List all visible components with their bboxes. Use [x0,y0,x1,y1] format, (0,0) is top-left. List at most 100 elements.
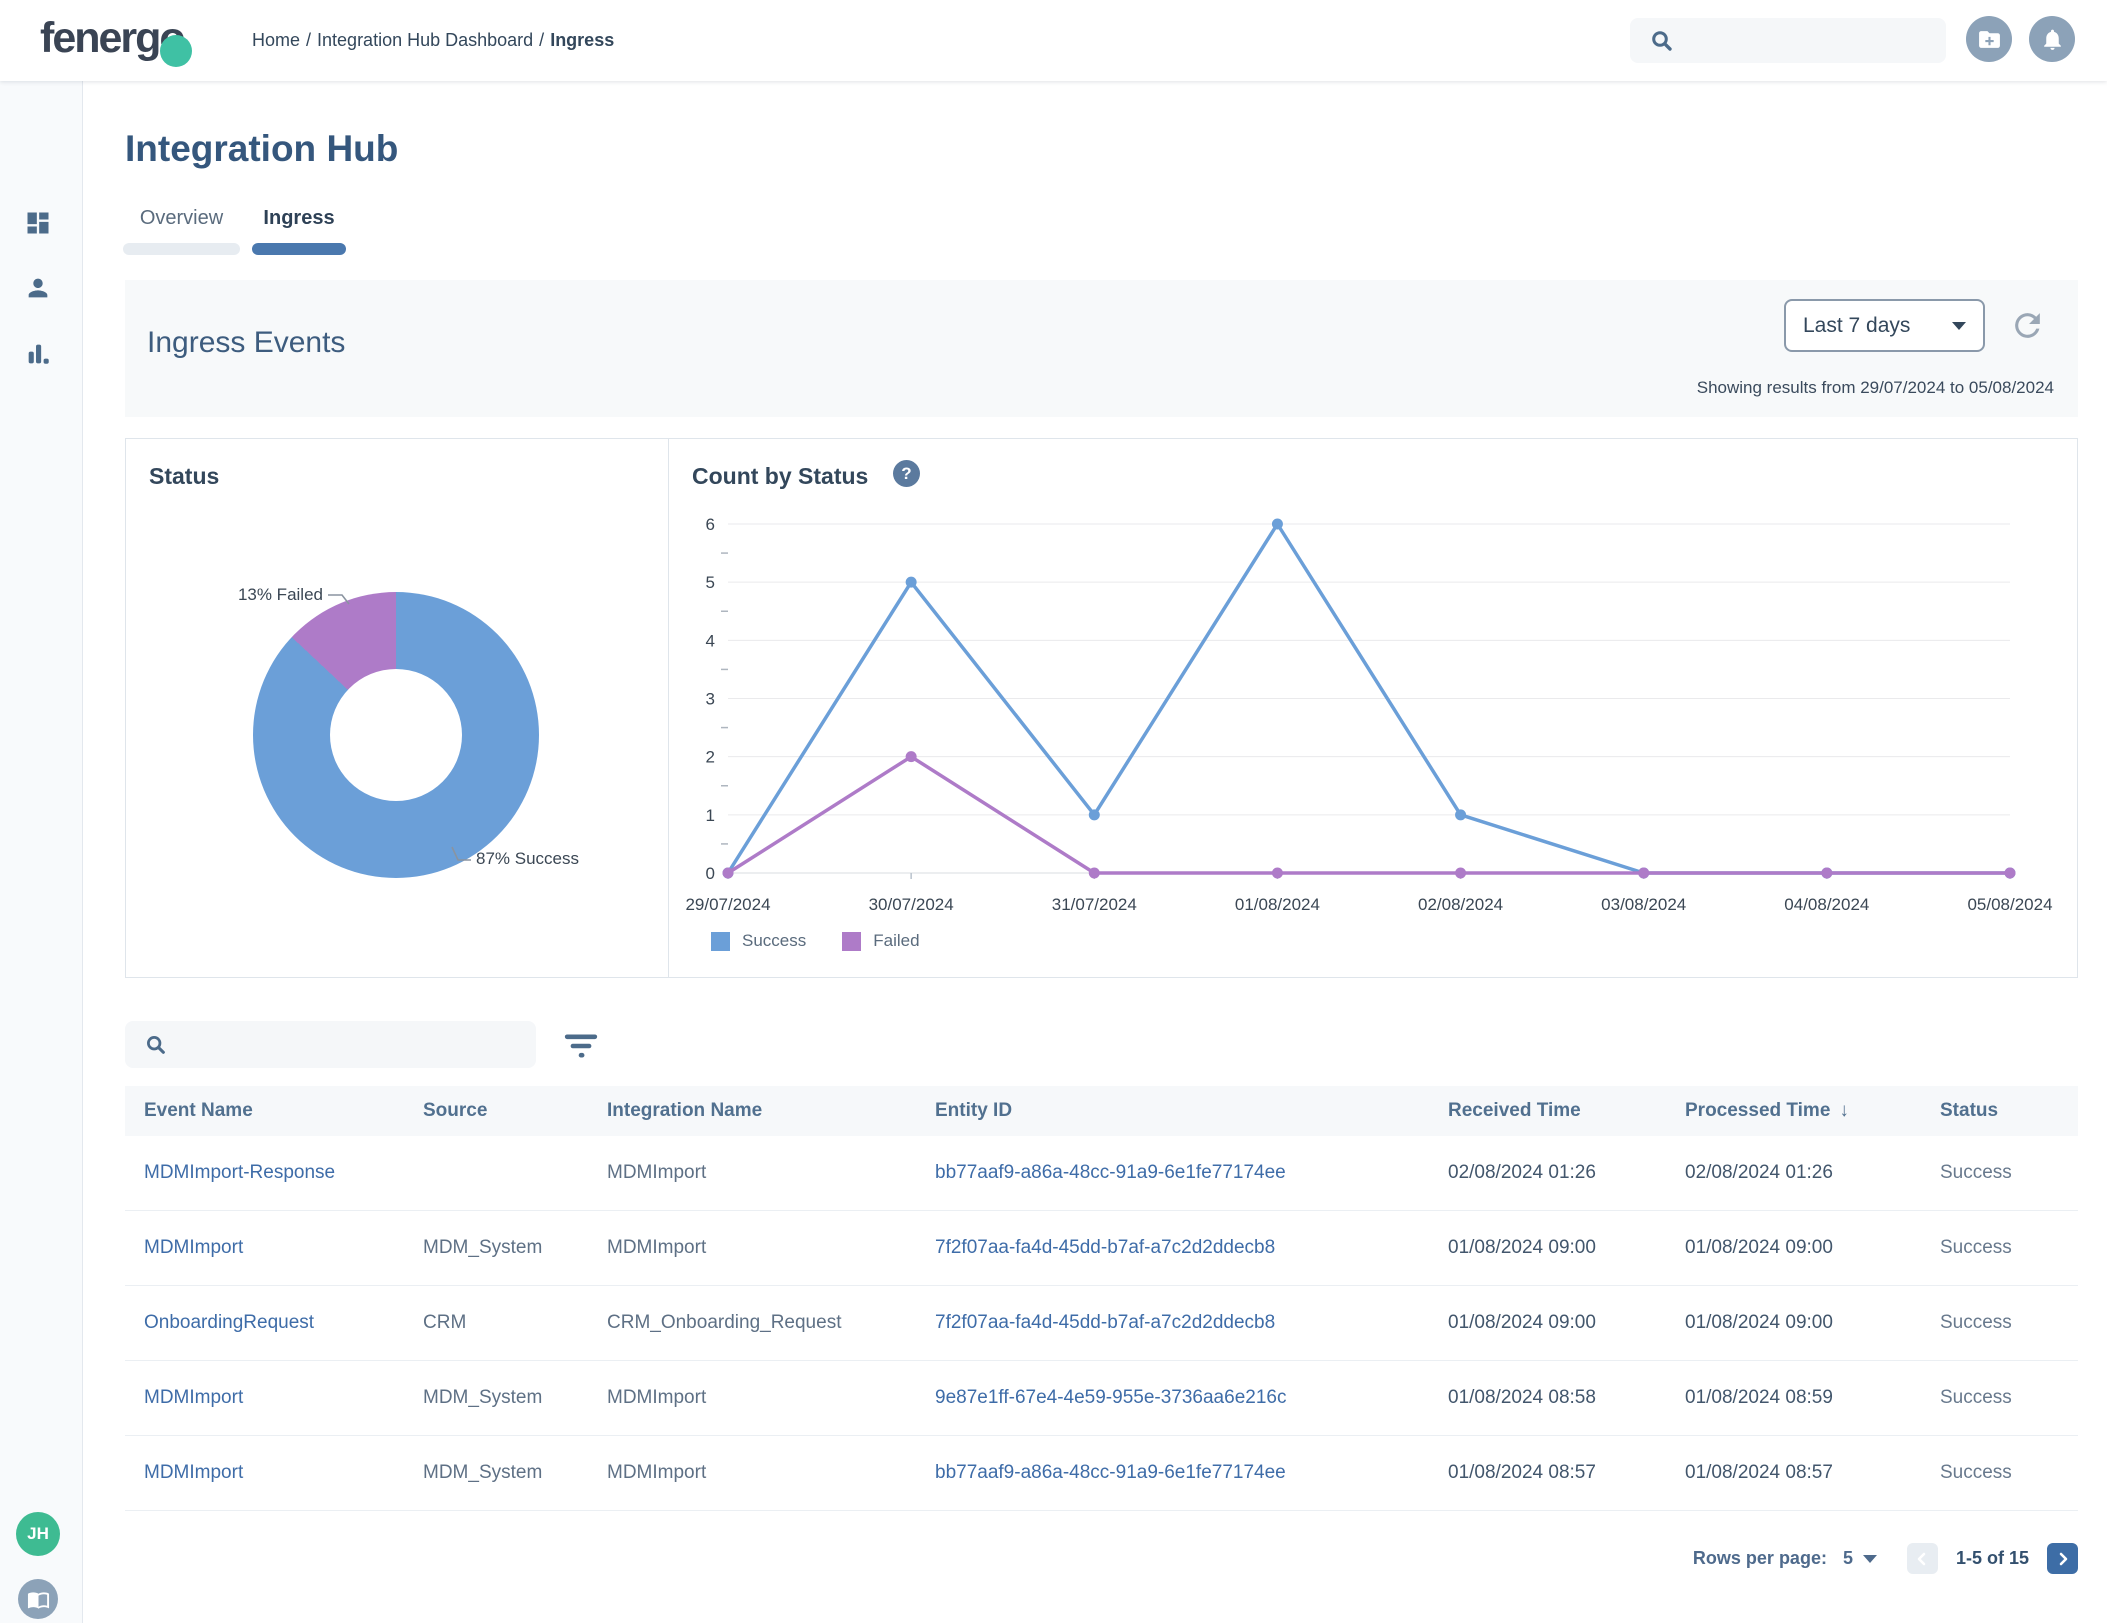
global-search [1630,18,1946,63]
tab-overview[interactable]: Overview [123,207,240,255]
status-donut-chart [253,592,539,878]
cell-event-name[interactable]: MDMImport [144,1387,423,1409]
svg-text:1: 1 [706,806,715,825]
breadcrumb-current: Ingress [550,30,615,50]
section-title: Ingress Events [147,326,346,359]
svg-text:0: 0 [706,864,715,883]
cell-processed-time: 01/08/2024 08:57 [1685,1462,1833,1483]
add-folder-button[interactable] [1966,16,2012,62]
cell-entity-id[interactable]: bb77aaf9-a86a-48cc-91a9-6e1fe77174ee [935,1462,1448,1484]
svg-text:01/08/2024: 01/08/2024 [1235,895,1320,914]
search-input[interactable] [1686,29,1930,52]
column-event-name[interactable]: Event Name [144,1100,423,1122]
column-entity-id[interactable]: Entity ID [935,1100,1448,1122]
cell-status: Success [1940,1312,2012,1333]
breadcrumb: Home / Integration Hub Dashboard / Ingre… [252,0,614,81]
cell-status: Success [1940,1237,2012,1258]
cell-event-name[interactable]: MDMImport [144,1462,423,1484]
cell-source: CRM [423,1312,467,1333]
sidebar-item-reports[interactable] [24,340,52,368]
table-row: MDMImport MDM_System MDMImport 7f2f07aa-fa4… [125,1211,2078,1286]
legend-swatch-icon [842,931,862,951]
next-page-button[interactable] [2047,1543,2078,1574]
cell-integration-name: MDMImport [607,1387,707,1408]
book-icon [27,1591,49,1609]
sidebar-item-dashboard[interactable] [24,209,52,237]
ingress-events-header: Ingress Events Last 7 days Showing resul… [125,280,2078,417]
notifications-button[interactable] [2029,16,2075,62]
refresh-button[interactable] [2009,307,2046,344]
user-avatar[interactable]: JH [16,1512,60,1556]
cell-source: MDM_System [423,1462,543,1483]
svg-text:04/08/2024: 04/08/2024 [1784,895,1869,914]
column-source[interactable]: Source [423,1100,607,1122]
table-row: MDMImport MDM_System MDMImport bb77aaf9-a86… [125,1436,2078,1511]
table-row: OnboardingRequest CRM CRM_Onboarding_Reque… [125,1286,2078,1361]
chevron-left-icon [1918,1552,1926,1565]
count-by-status-card: Count by Status ? 0 1 2 3 4 5 6 29/07/2024 30/07… [668,438,2078,978]
cell-processed-time: 01/08/2024 09:00 [1685,1237,1833,1258]
previous-page-button[interactable] [1906,1543,1938,1574]
sidebar-item-users[interactable] [24,274,52,302]
table-row: MDMImport MDM_System MDMImport 9e87e1ff-67e… [125,1361,2078,1436]
legend-item[interactable]: Success [711,931,806,951]
svg-text:6: 6 [706,515,715,534]
sidebar: JH [0,81,83,1623]
breadcrumb-home-link[interactable]: Home [252,30,300,51]
chart-legend: Success Failed [711,931,920,951]
cell-source: MDM_System [423,1237,543,1258]
svg-text:03/08/2024: 03/08/2024 [1601,895,1686,914]
svg-text:29/07/2024: 29/07/2024 [685,895,770,914]
cell-entity-id[interactable]: 7f2f07aa-fa4d-45dd-b7af-a7c2d2ddecb8 [935,1237,1448,1259]
pagination: Rows per page: 5 1-5 of 15 [1693,1543,2078,1574]
svg-text:5: 5 [706,573,715,592]
donut-success-label: 87% Success [476,849,579,868]
tab-overview-label: Overview [139,207,224,229]
tab-ingress[interactable]: Ingress [252,207,346,255]
svg-text:30/07/2024: 30/07/2024 [869,895,954,914]
table-header: Event Name Source Integration Name Entit… [125,1086,2078,1136]
cell-received-time: 01/08/2024 08:58 [1448,1387,1596,1408]
breadcrumb-dashboard-link[interactable]: Integration Hub Dashboard [317,30,533,51]
filter-button[interactable] [563,1031,599,1061]
status-card: Status 13% Failed 87% Success [125,438,669,978]
search-icon [147,1035,165,1054]
legend-item[interactable]: Failed [842,931,920,951]
rows-per-page-value[interactable]: 5 [1843,1548,1853,1569]
status-card-title: Status [149,463,220,489]
page: fenergo Home / Integration Hub Dashboard… [0,0,2107,1623]
breadcrumb-separator: / [306,30,312,50]
cell-event-name[interactable]: MDMImport-Response [144,1162,423,1184]
cell-status: Success [1940,1387,2012,1408]
table-search-input[interactable] [179,1033,513,1056]
cell-event-name[interactable]: MDMImport [144,1237,423,1259]
tabs: Overview Ingress [123,207,346,255]
count-chart-svg: 0 1 2 3 4 5 6 29/07/2024 30/07/2024 31/07/2024 01/… [685,515,2052,914]
svg-text:3: 3 [706,690,715,709]
tab-ingress-label: Ingress [263,207,335,229]
documentation-button[interactable] [18,1579,58,1619]
cell-entity-id[interactable]: bb77aaf9-a86a-48cc-91a9-6e1fe77174ee [935,1162,1448,1184]
column-integration-name[interactable]: Integration Name [607,1100,935,1122]
table-row: MDMImport-Response MDMImport bb77aaf9-a86a… [125,1136,2078,1211]
cell-integration-name: MDMImport [607,1237,707,1258]
column-processed-time[interactable]: Processed Time ↓ [1685,1100,1940,1122]
table-search [125,1021,536,1068]
chevron-down-icon[interactable] [1862,1554,1877,1563]
cell-integration-name: MDMImport [607,1162,707,1183]
rows-per-page-label: Rows per page: [1692,1548,1827,1568]
cell-entity-id[interactable]: 7f2f07aa-fa4d-45dd-b7af-a7c2d2ddecb8 [935,1312,1448,1334]
cell-received-time: 01/08/2024 09:00 [1448,1312,1596,1333]
donut-hole [330,669,462,801]
cell-entity-id[interactable]: 9e87e1ff-67e4-4e59-955e-3736aa6e216c [935,1387,1448,1409]
column-status[interactable]: Status [1940,1100,2078,1122]
cell-processed-time: 02/08/2024 01:26 [1685,1162,1833,1183]
top-navbar: fenergo Home / Integration Hub Dashboard… [0,0,2107,81]
cell-received-time: 02/08/2024 01:26 [1448,1162,1596,1183]
svg-text:02/08/2024: 02/08/2024 [1418,895,1503,914]
cell-event-name[interactable]: OnboardingRequest [144,1312,423,1334]
cell-processed-time: 01/08/2024 08:59 [1685,1387,1833,1408]
cell-received-time: 01/08/2024 08:57 [1448,1462,1596,1483]
date-range-select[interactable]: Last 7 days [1784,299,1985,352]
column-received-time[interactable]: Received Time [1448,1100,1685,1122]
